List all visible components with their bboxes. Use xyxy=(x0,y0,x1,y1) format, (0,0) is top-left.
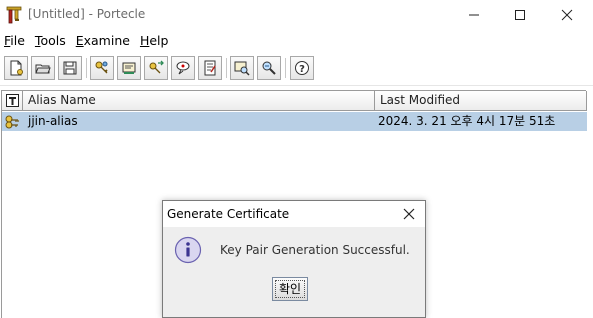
open-keystore-button[interactable] xyxy=(31,56,55,80)
generate-key-pair-button[interactable] xyxy=(90,56,114,80)
table-row[interactable]: jjin-alias 2024. 3. 21 오후 4시 17분 51초 xyxy=(2,112,587,131)
save-keystore-button[interactable] xyxy=(58,56,82,80)
import-trusted-certificate-icon xyxy=(122,62,136,74)
import-key-pair-icon xyxy=(149,60,164,74)
column-header-type[interactable] xyxy=(2,91,23,110)
svg-text:?: ? xyxy=(299,64,305,75)
dialog-title: Generate Certificate xyxy=(167,207,290,221)
portecle-app-icon xyxy=(6,6,22,24)
key-pair-entry-icon xyxy=(5,115,19,128)
set-keystore-password-icon xyxy=(176,61,190,75)
keystore-report-button[interactable] xyxy=(198,56,222,80)
import-key-pair-button[interactable] xyxy=(144,56,168,80)
toolbar-separator xyxy=(86,58,87,78)
close-icon xyxy=(403,208,415,220)
examine-certificate-icon xyxy=(234,61,250,76)
help-button[interactable]: ? xyxy=(290,56,314,80)
last-modified-cell: 2024. 3. 21 오후 4시 17분 51초 xyxy=(378,114,556,128)
help-icon: ? xyxy=(295,61,309,75)
menu-help[interactable]: Help xyxy=(135,33,174,48)
open-keystore-icon xyxy=(35,64,51,74)
save-keystore-icon xyxy=(63,61,77,75)
key-pair-entry-cell xyxy=(2,112,23,131)
toolbar-separator xyxy=(285,58,286,78)
generate-certificate-dialog: Generate Certificate Key Pair Generation… xyxy=(162,200,426,318)
set-keystore-password-button[interactable] xyxy=(171,56,195,80)
minimize-button[interactable] xyxy=(451,0,497,30)
new-keystore-icon xyxy=(10,60,23,76)
examine-ssl-icon xyxy=(262,61,276,75)
maximize-button[interactable] xyxy=(497,0,543,30)
info-icon xyxy=(174,236,202,264)
new-keystore-button[interactable] xyxy=(4,56,28,80)
menu-bar: File Tools Examine Help xyxy=(0,30,593,50)
dialog-title-bar[interactable]: Generate Certificate xyxy=(163,201,425,227)
ok-button-label: 확인 xyxy=(274,280,306,298)
alias-cell: jjin-alias xyxy=(28,114,78,128)
window-title: [Untitled] - Portecle xyxy=(28,7,146,21)
import-trusted-certificate-button[interactable] xyxy=(117,56,141,80)
toolbar: ? xyxy=(0,52,593,86)
keystore-report-icon xyxy=(204,60,216,76)
examine-ssl-button[interactable] xyxy=(257,56,281,80)
menu-tools[interactable]: Tools xyxy=(30,33,71,48)
toolbar-separator xyxy=(226,58,227,78)
dialog-body: Key Pair Generation Successful. 확인 xyxy=(163,227,425,317)
ok-button[interactable]: 확인 xyxy=(272,277,308,301)
generate-key-pair-icon xyxy=(95,61,108,74)
dialog-message: Key Pair Generation Successful. xyxy=(220,243,410,257)
examine-certificate-button[interactable] xyxy=(230,56,254,80)
menu-examine[interactable]: Examine xyxy=(71,33,135,48)
entry-type-column-icon xyxy=(5,94,19,107)
column-header-last-modified[interactable]: Last Modified xyxy=(375,91,587,110)
close-window-button[interactable] xyxy=(544,0,590,30)
dialog-close-button[interactable] xyxy=(395,203,423,225)
column-header-alias[interactable]: Alias Name xyxy=(23,91,375,110)
table-header: Alias Name Last Modified xyxy=(2,91,587,111)
title-bar: [Untitled] - Portecle xyxy=(0,0,593,30)
menu-file[interactable]: File xyxy=(0,33,30,48)
